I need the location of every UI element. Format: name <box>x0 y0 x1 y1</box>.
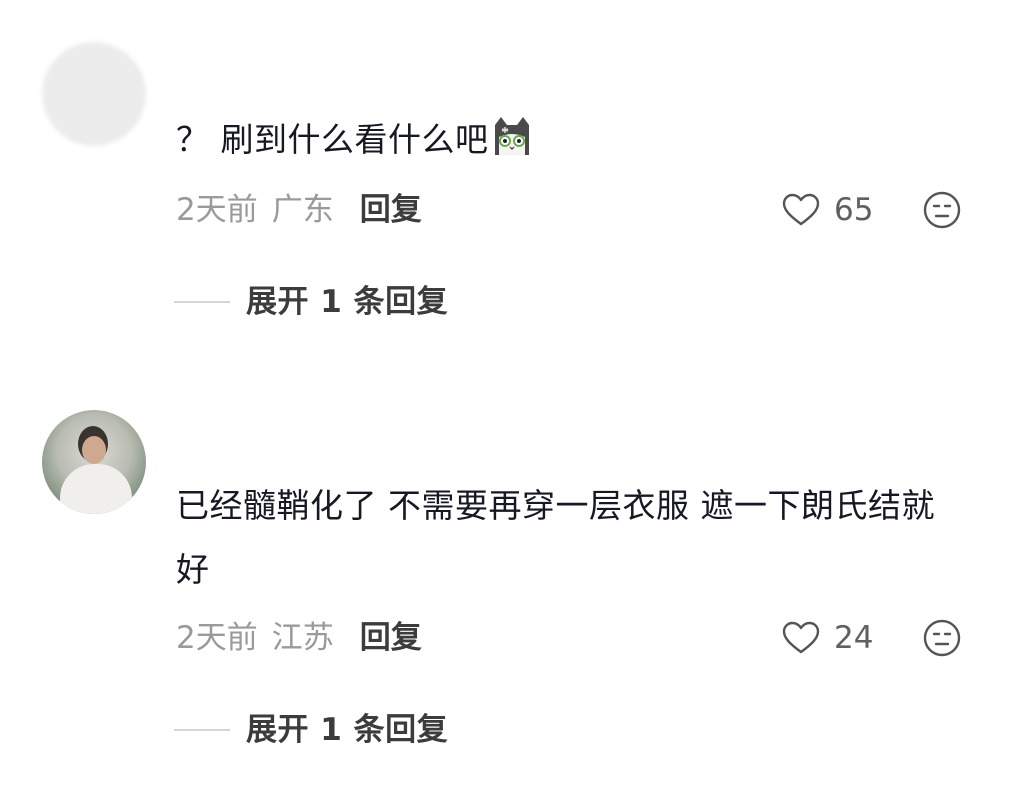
divider-line <box>174 729 230 731</box>
like-count: 24 <box>834 620 874 656</box>
expand-replies[interactable]: 展开 1 条回复 <box>174 708 448 752</box>
comment-item: 已经髓鞘化了 不需要再穿一层衣服 遮一下朗氏结就好 2天前 江苏 回复 24 展开 … <box>0 0 1024 790</box>
avatar-shirt <box>60 464 132 514</box>
avatar-face <box>82 436 106 464</box>
comment-meta: 2天前 江苏 回复 <box>176 618 422 658</box>
heart-icon <box>782 621 820 654</box>
reply-button[interactable]: 回复 <box>360 620 422 656</box>
like-button[interactable]: 24 <box>782 618 873 658</box>
comment-location: 江苏 <box>271 620 334 656</box>
comment-text: 已经髓鞘化了 不需要再穿一层衣服 遮一下朗氏结就好 <box>176 486 935 589</box>
avatar[interactable] <box>42 410 146 514</box>
dislike-face-icon[interactable] <box>922 618 962 658</box>
comment-time: 2天前 <box>176 620 258 656</box>
expand-replies-label: 展开 1 条回复 <box>246 712 449 748</box>
